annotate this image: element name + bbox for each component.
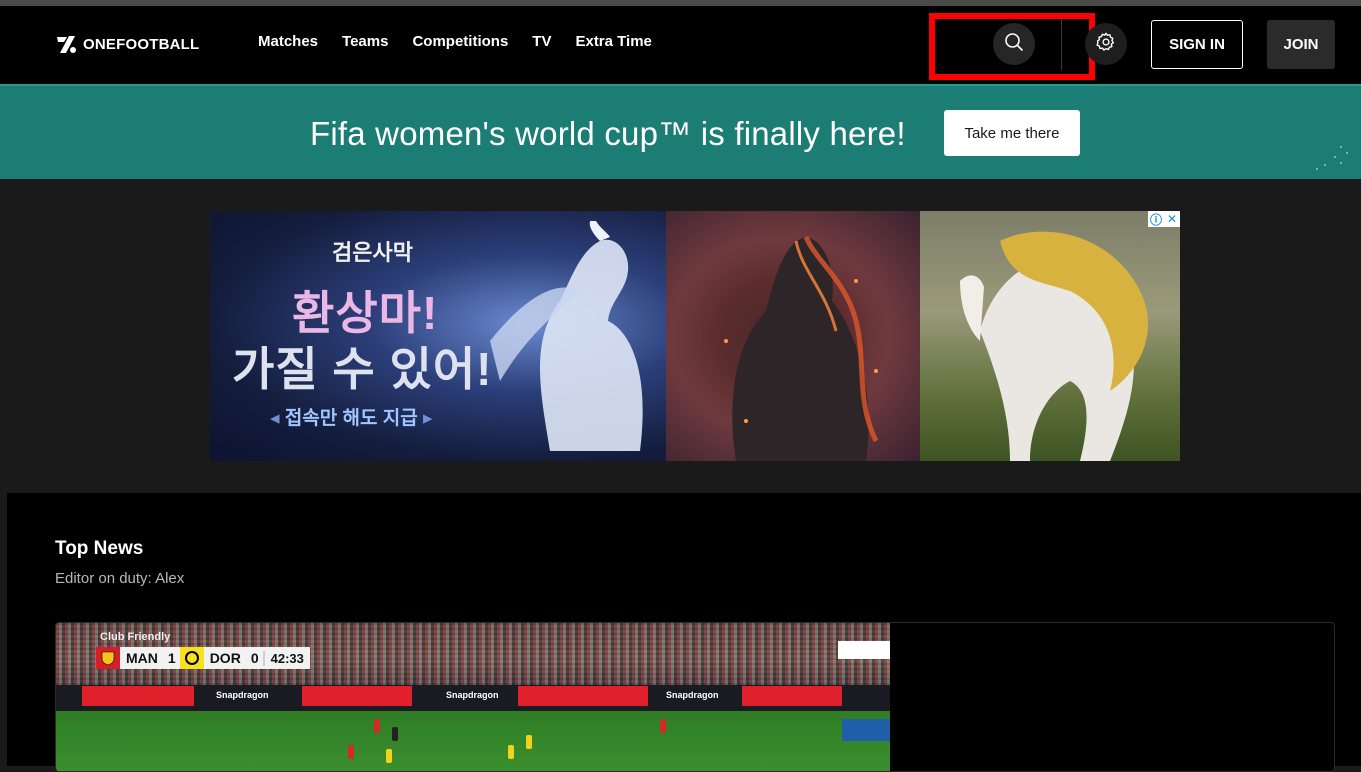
decorative-dots (1316, 146, 1348, 170)
top-news-card[interactable]: Snapdragon Snapdragon Snapdragon Club Fr… (55, 622, 1335, 772)
sign-in-button[interactable]: SIGN IN (1151, 20, 1243, 69)
nav-extra-time[interactable]: Extra Time (575, 33, 651, 50)
player (526, 735, 532, 749)
player (392, 727, 398, 741)
player (348, 745, 354, 759)
ad-game-title: 검은사막 (332, 240, 413, 265)
join-button[interactable]: JOIN (1267, 20, 1335, 69)
search-button[interactable] (993, 23, 1035, 65)
top-news-heading: Top News (55, 538, 144, 559)
ad-panel-pegasus: 검은사막 환상마! 가질 수 있어! ◂ 접속만 해도 지급 ▸ (210, 211, 666, 461)
main-nav: Matches Teams Competitions TV Extra Time (258, 33, 676, 50)
sponsor-board-text: Snapdragon (216, 690, 269, 700)
match-label: Club Friendly (100, 631, 171, 643)
ad-board (302, 686, 412, 706)
home-team: MAN (126, 650, 158, 666)
sponsor-board-text: Snapdragon (446, 690, 499, 700)
away-team: DOR (209, 650, 241, 666)
player (660, 719, 666, 733)
nav-tv[interactable]: TV (532, 33, 551, 50)
ad-board (742, 686, 842, 706)
pegasus-illustration (490, 221, 643, 451)
away-score: 0 (250, 650, 259, 666)
nav-matches[interactable]: Matches (258, 33, 318, 50)
pitch (56, 711, 890, 771)
header-divider (1061, 18, 1062, 70)
ad-board (82, 686, 194, 706)
player (508, 745, 514, 759)
fire-horse-illustration (724, 235, 879, 461)
nav-competitions[interactable]: Competitions (412, 33, 508, 50)
golden-horse-illustration (960, 231, 1149, 461)
ad-cta-text: ◂ 접속만 해도 지급 ▸ (270, 408, 433, 429)
main-content: Top News Editor on duty: Alex Snapdragon… (7, 493, 1361, 772)
gear-icon (1095, 31, 1117, 58)
match-clock: 42:33 (262, 650, 310, 666)
logo-text: ONEFOOTBALL (83, 35, 200, 53)
ad-headline-line2: 가질 수 있어! (232, 343, 493, 395)
sponsor-panel (838, 641, 890, 659)
ad-panel-golden-horse: ⓘ ✕ (920, 211, 1180, 461)
player (386, 749, 392, 763)
ad-close-icon[interactable]: ✕ (1164, 211, 1180, 227)
scorebug: MAN 1 DOR 0 42:33 (96, 647, 310, 669)
search-icon (1004, 32, 1024, 57)
onefootball-logo-icon (55, 33, 79, 55)
ad-area: 검은사막 환상마! 가질 수 있어! ◂ 접속만 해도 지급 ▸ ⓘ ✕ (0, 179, 1361, 493)
news-image[interactable]: Snapdragon Snapdragon Snapdragon Club Fr… (56, 623, 890, 771)
nav-teams[interactable]: Teams (342, 33, 388, 50)
player (374, 719, 380, 733)
bvb-crest-icon (179, 647, 204, 669)
advertisement[interactable]: 검은사막 환상마! 가질 수 있어! ◂ 접속만 해도 지급 ▸ ⓘ ✕ (210, 211, 1180, 461)
site-header: ONEFOOTBALL Matches Teams Competitions T… (0, 6, 1361, 84)
man-utd-crest-icon (96, 647, 120, 669)
home-score: 1 (167, 650, 176, 666)
onefootball-logo[interactable]: ONEFOOTBALL (55, 32, 199, 56)
ad-panel-fire-horse (666, 211, 920, 461)
ad-choices[interactable]: ⓘ ✕ (1148, 211, 1180, 227)
ad-board (518, 686, 648, 706)
banner-text: Fifa women's world cup™ is finally here! (310, 115, 906, 152)
take-me-there-button[interactable]: Take me there (944, 110, 1080, 156)
settings-button[interactable] (1085, 23, 1127, 65)
sponsor-board-text: Snapdragon (666, 690, 719, 700)
promo-banner: Fifa women's world cup™ is finally here!… (0, 84, 1361, 179)
ad-info-icon[interactable]: ⓘ (1148, 211, 1164, 227)
editor-on-duty: Editor on duty: Alex (55, 570, 185, 587)
blue-board (842, 719, 890, 741)
